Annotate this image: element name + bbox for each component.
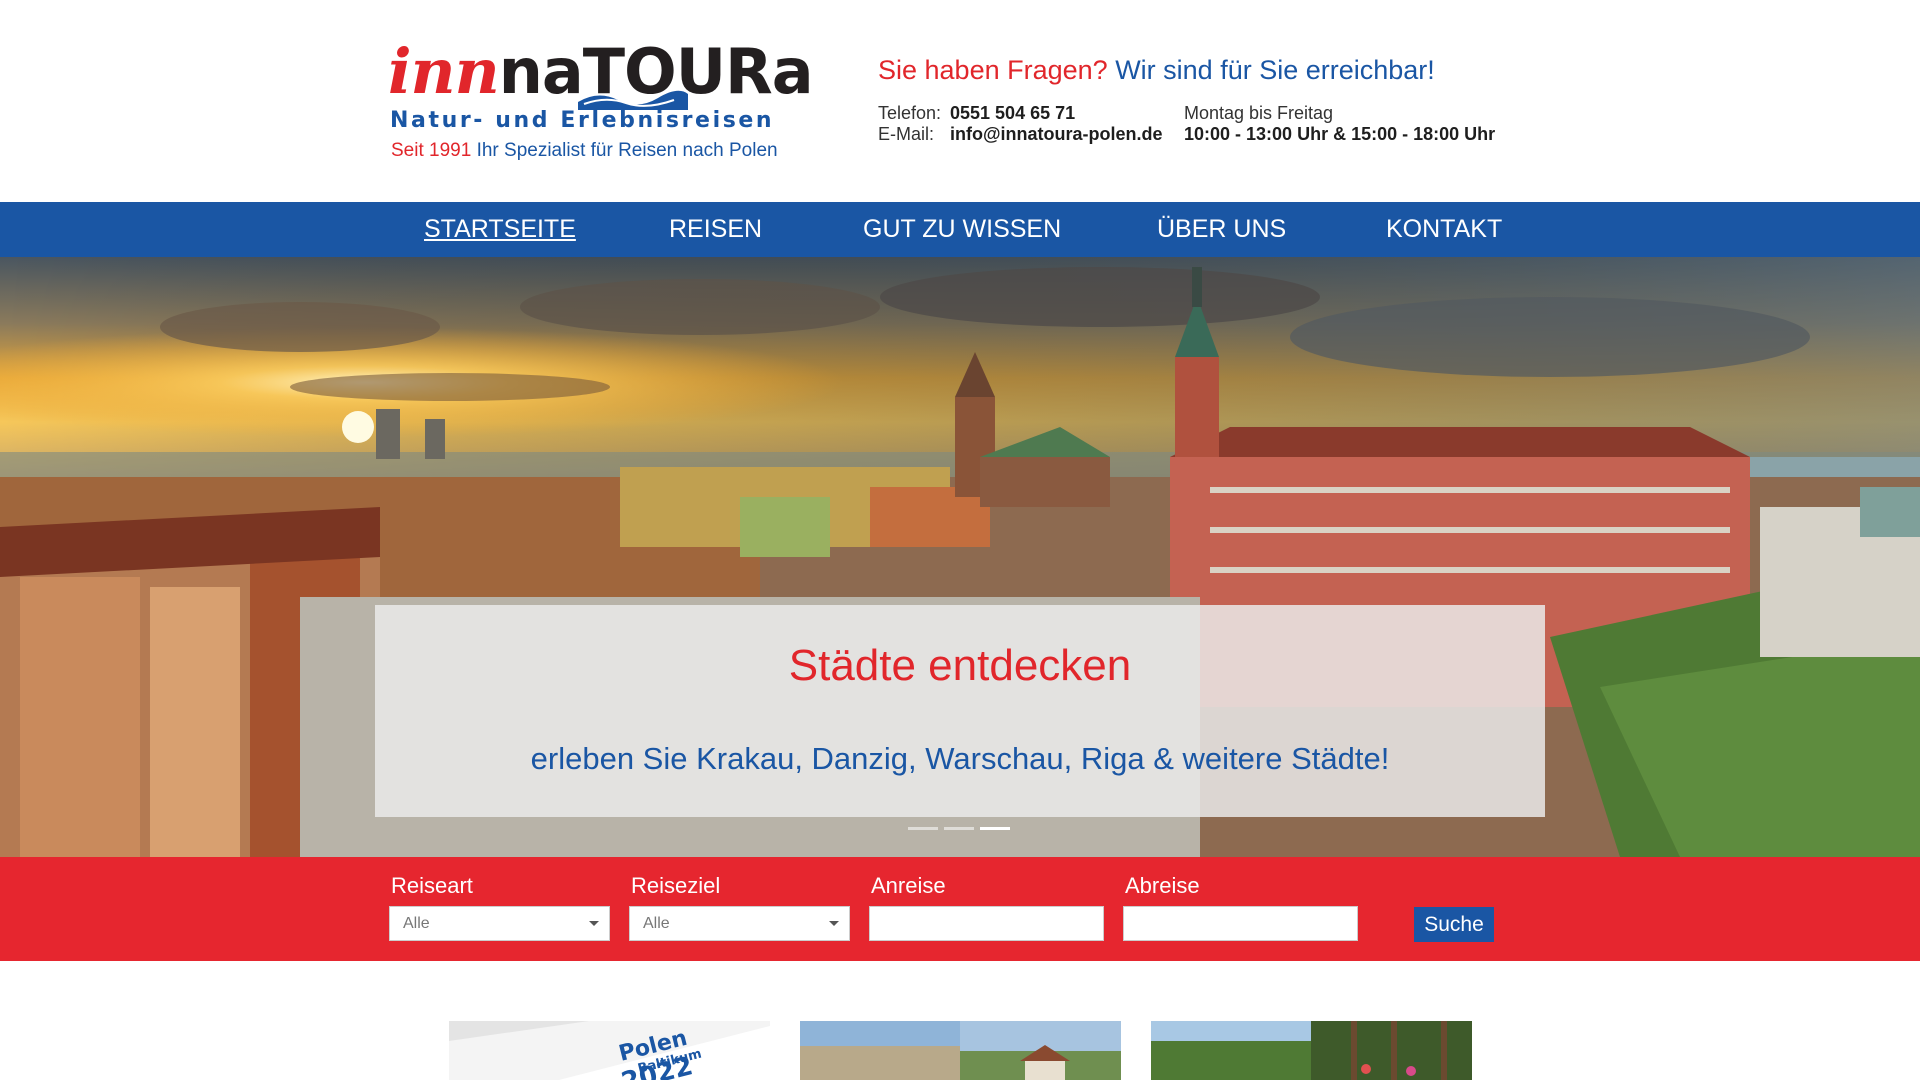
main-navigation: STARTSEITE REISEN GUT ZU WISSEN ÜBER UNS… [0,202,1920,257]
trip-card-forest[interactable] [1151,1021,1472,1080]
nav-item-gut-zu-wissen[interactable]: GUT ZU WISSEN [863,202,1061,257]
logo-word-na: na [498,35,584,108]
slider-dot-1[interactable] [908,827,938,830]
slider-dot-2[interactable] [944,827,974,830]
catalog-cover-image: Polen Baltikum 2022 [449,1021,770,1080]
catalog-card[interactable]: Polen Baltikum 2022 [449,1021,770,1080]
hero-subtitle: erleben Sie Krakau, Danzig, Warschau, Ri… [530,741,1390,776]
contact-phone-row: Telefon: 0551 504 65 71 [878,103,1185,124]
chevron-down-icon [829,921,839,926]
reiseziel-label: Reiseziel [631,873,721,898]
logo-tagline: Seit 1991 Ihr Spezialist für Reisen nach… [391,140,778,162]
anreise-label: Anreise [871,873,946,898]
site-header: innnaTOURa Natur- und Erlebnisreisen Sei… [0,0,1920,202]
contact-details: Telefon: 0551 504 65 71 E-Mail: info@inn… [878,103,1185,145]
site-logo[interactable]: innnaTOURa Natur- und Erlebnisreisen Sei… [388,35,814,166]
contact-question: Sie haben Fragen? [878,55,1108,85]
hero-title: Städte entdecken [788,641,1132,690]
search-button[interactable]: Suche [1414,907,1494,942]
phone-value[interactable]: 0551 504 65 71 [950,103,1185,124]
nav-item-ueber-uns[interactable]: ÜBER UNS [1157,202,1286,257]
trip-card-forest-image [1151,1021,1472,1080]
email-link[interactable]: info@innatoura-polen.de [950,124,1185,145]
slider-dot-3[interactable] [980,827,1010,830]
abreise-label: Abreise [1125,873,1200,898]
opening-times: 10:00 - 13:00 Uhr & 15:00 - 18:00 Uhr [1184,124,1496,144]
hero-caption-box: Städte entdecken erleben Sie Krakau, Dan… [375,605,1545,817]
reiseart-label: Reiseart [391,873,473,898]
tagline-specialist: Ihr Spezialist für Reisen nach Polen [476,140,778,161]
anreise-date-input[interactable] [869,906,1104,941]
opening-days: Montag bis Freitag [1184,103,1334,123]
hero-slider: Städte entdecken erleben Sie Krakau, Dan… [0,257,1920,857]
phone-label: Telefon: [878,103,942,123]
opening-hours: Montag bis Freitag 10:00 - 13:00 Uhr & 1… [1184,103,1495,145]
nav-item-startseite[interactable]: STARTSEITE [424,202,576,257]
logo-word-inn: inn [388,35,500,108]
contact-answer: Wir sind für Sie erreichbar! [1115,55,1435,85]
chevron-down-icon [589,921,599,926]
logo-wave-shape [578,90,688,110]
reiseziel-select[interactable]: Alle [629,906,850,941]
trip-card-coast[interactable] [800,1021,1121,1080]
tagline-since: Seit 1991 [391,140,472,161]
reiseart-select[interactable]: Alle [389,906,610,941]
email-label: E-Mail: [878,124,935,144]
slider-indicators [908,827,1010,830]
contact-email-row: E-Mail: info@innatoura-polen.de [878,124,1185,145]
logo-word-ra: Ra [725,35,814,108]
logo-subtitle: Natur- und Erlebnisreisen [390,108,775,133]
nav-item-reisen[interactable]: REISEN [669,202,762,257]
abreise-date-input[interactable] [1123,906,1358,941]
trip-card-coast-image [800,1021,1121,1080]
nav-item-kontakt[interactable]: KONTAKT [1386,202,1502,257]
trip-search-bar: Reiseart Alle Reiseziel Alle Anreise Abr… [0,857,1920,961]
reiseziel-value: Alle [643,915,670,932]
reiseart-value: Alle [403,915,430,932]
contact-heading: Sie haben Fragen? Wir sind für Sie errei… [878,55,1435,86]
